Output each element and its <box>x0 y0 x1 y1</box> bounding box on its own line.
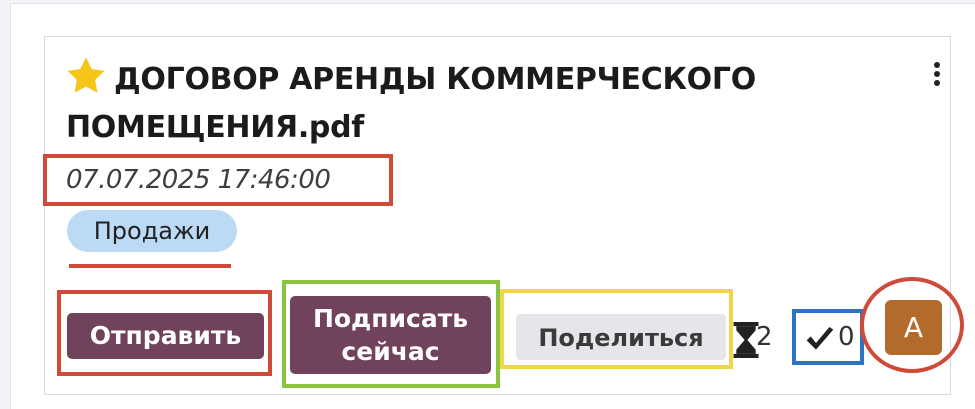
document-date: 07.07.2025 17:46:00 <box>66 165 331 195</box>
sign-now-label-line2: сейчас <box>341 337 440 366</box>
tag-badge[interactable]: Продажи <box>67 210 237 252</box>
send-button[interactable]: Отправить <box>67 313 264 359</box>
highlight-avatar-circle <box>860 277 964 373</box>
pending-count: 2 <box>756 322 773 352</box>
sign-now-label-line1: Подписать <box>312 304 469 333</box>
sign-now-button[interactable]: Подписать сейчас <box>290 296 491 374</box>
highlight-tag-underline <box>69 264 231 268</box>
share-button[interactable]: Поделиться <box>516 314 726 360</box>
checkmark-icon <box>806 327 834 350</box>
done-count: 0 <box>838 322 855 352</box>
document-title[interactable]: ДОГОВОР АРЕНДЫ КОММЕРЧЕСКОГО ПОМЕЩЕНИЯ.p… <box>66 56 846 152</box>
more-options-icon[interactable] <box>930 62 944 94</box>
